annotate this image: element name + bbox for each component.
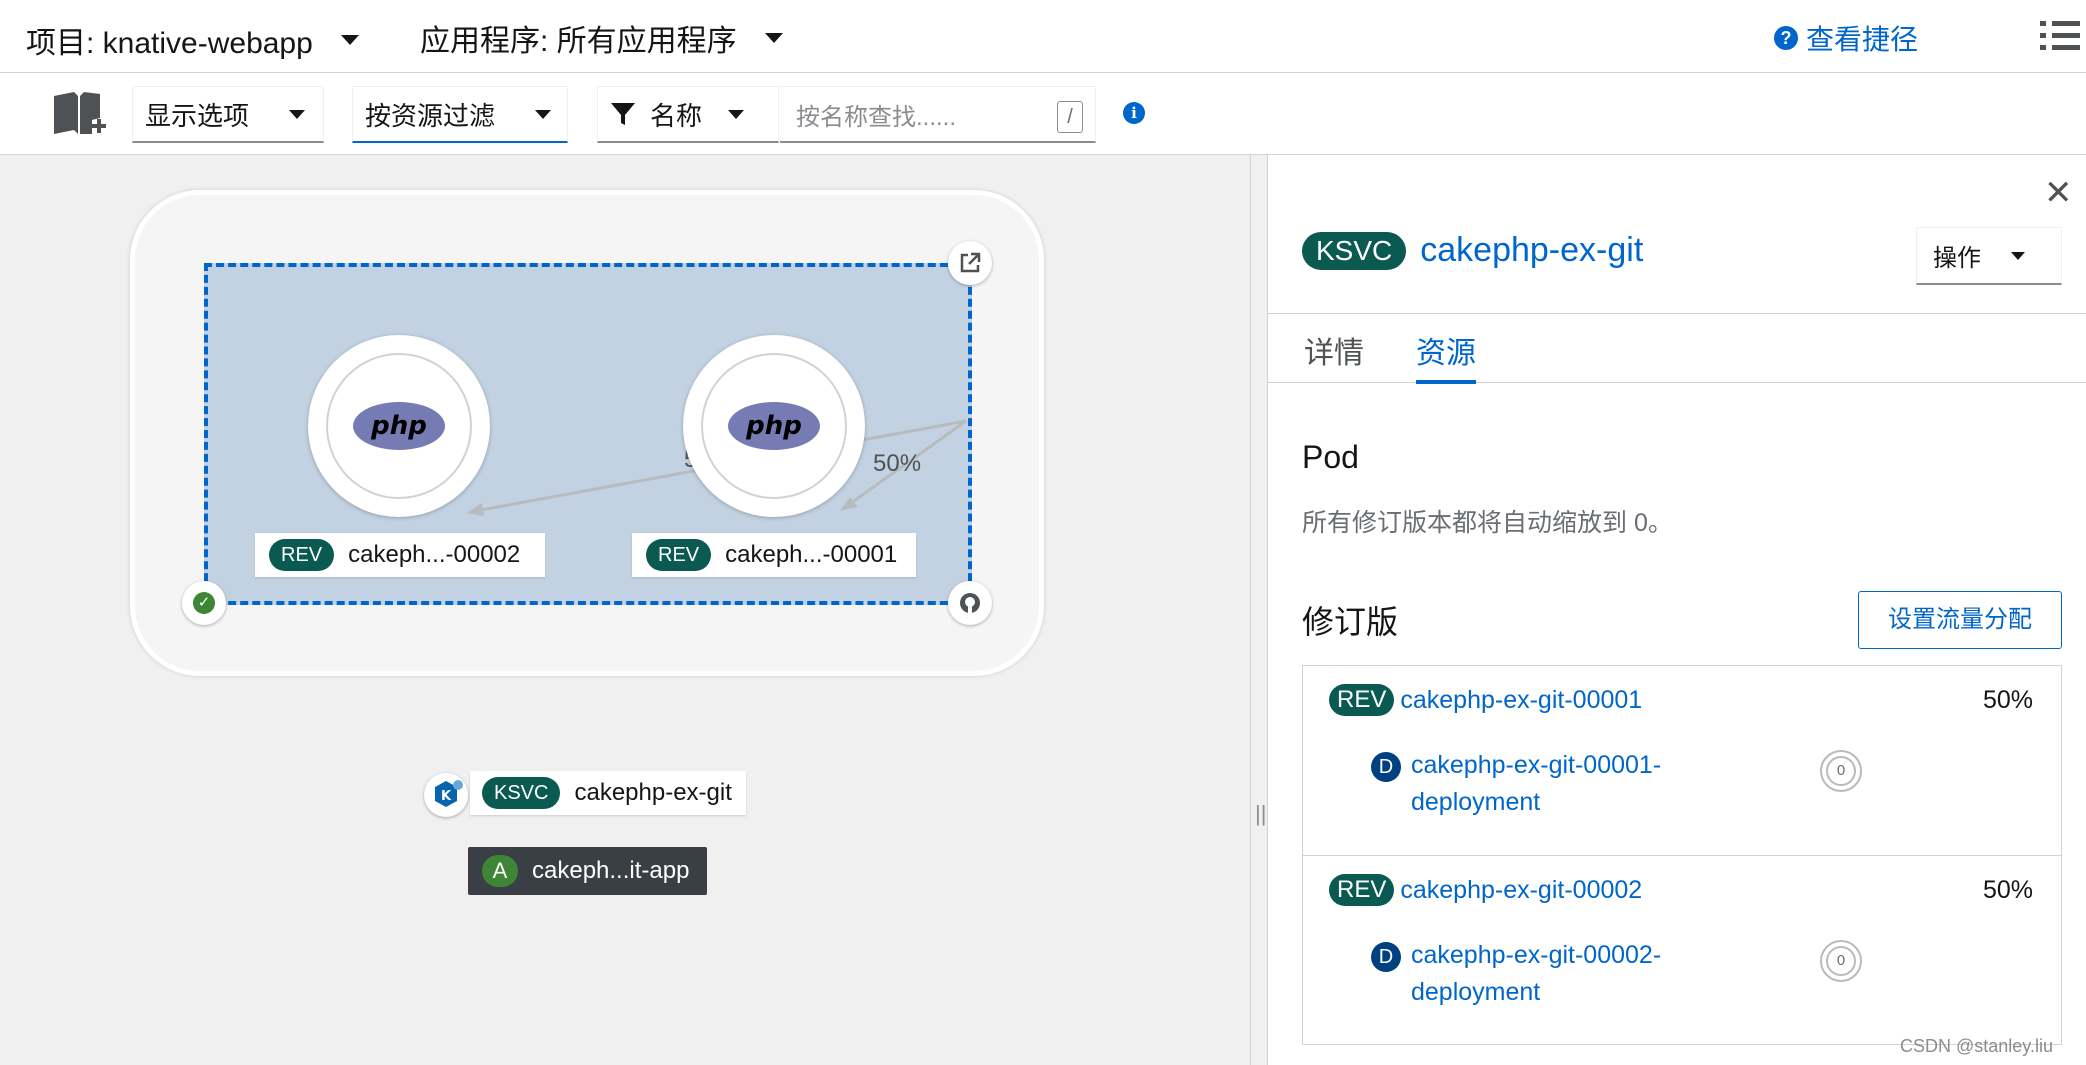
chevron-down-icon <box>340 35 359 45</box>
php-logo-text: php <box>370 411 427 441</box>
app-badge: A <box>482 855 518 887</box>
close-icon[interactable]: ✕ <box>2044 173 2073 213</box>
revision-node[interactable]: php <box>683 335 865 517</box>
traffic-percent-right: 50% <box>873 450 922 477</box>
deployment-name: cakephp-ex-git-00002- deployment <box>1411 937 1661 1011</box>
chevron-down-icon <box>535 109 552 119</box>
revisions-section-heading: 修订版 <box>1302 604 1399 640</box>
revision-traffic-percent: 50% <box>1982 876 2033 904</box>
search-hotkey-hint: / <box>1057 101 1083 133</box>
filter-by-resource-label: 按资源过滤 <box>365 100 496 131</box>
chevron-down-icon <box>2011 251 2025 260</box>
rev-badge: REV <box>646 539 712 571</box>
ksvc-badge: KSVC <box>1302 231 1407 270</box>
deployment-badge: D <box>1371 942 1401 972</box>
project-selector-label: 项目: knative-webapp <box>26 27 313 60</box>
deployment-name-line1: cakephp-ex-git-00002- <box>1411 941 1662 969</box>
pod-ring-icon: 0 <box>1820 750 1862 792</box>
topology-toolbar: 显示选项 按资源过滤 名称 按名称查找...... / i <box>0 74 2086 155</box>
revisions-list: REV cakephp-ex-git-00001 50% D cakephp-e… <box>1302 665 2062 1045</box>
panel-tabs: 详情 资源 <box>1268 313 2086 384</box>
revision-label-text: cakeph...-00001 <box>725 541 898 568</box>
php-logo-icon: php <box>353 402 445 450</box>
pod-ring-icon: 0 <box>1820 940 1862 982</box>
application-name: cakeph...it-app <box>532 857 690 884</box>
info-icon[interactable]: i <box>1123 102 1145 124</box>
display-options-label: 显示选项 <box>145 100 250 131</box>
filter-type-dropdown[interactable]: 名称 <box>597 86 779 143</box>
drag-handle-icon: || <box>1255 801 1267 826</box>
knative-service-label[interactable]: KSVC cakephp-ex-git <box>470 771 746 815</box>
pod-autoscale-message: 所有修订版本都将自动缩放到 0。 <box>1302 509 1673 537</box>
php-logo-text: php <box>745 411 802 441</box>
php-logo-icon: php <box>728 402 820 450</box>
view-shortcuts-link[interactable]: ? 查看捷径 <box>1774 18 1918 58</box>
top-bar: 项目: knative-webapp 应用程序: 所有应用程序 ? 查看捷径 <box>0 0 2086 73</box>
github-glyph <box>960 593 980 613</box>
topology-book-icon[interactable] <box>52 90 106 138</box>
search-placeholder: 按名称查找...... <box>796 103 957 131</box>
list-item: REV cakephp-ex-git-00001 50% D cakephp-e… <box>1303 666 2061 855</box>
tab-resources[interactable]: 资源 <box>1416 328 1476 384</box>
revision-node[interactable]: php <box>308 335 490 517</box>
knative-icon: K <box>424 773 468 817</box>
view-shortcuts-label: 查看捷径 <box>1806 24 1919 55</box>
watermark: CSDN @stanley.liu <box>1900 1036 2053 1056</box>
knative-service-name: cakephp-ex-git <box>574 779 732 806</box>
deployment-name: cakephp-ex-git-00001- deployment <box>1411 747 1661 821</box>
svg-text:K: K <box>441 789 452 804</box>
list-view-icon[interactable] <box>2040 18 2080 52</box>
filter-icon <box>611 103 635 125</box>
filter-type-label: 名称 <box>650 100 703 131</box>
check-icon: ✓ <box>193 592 215 614</box>
deployment-name-line2: deployment <box>1411 978 1541 1006</box>
deployment-name-line1: cakephp-ex-git-00001- <box>1411 751 1662 779</box>
filter-by-resource-dropdown[interactable]: 按资源过滤 <box>352 86 568 143</box>
application-label[interactable]: A cakeph...it-app <box>468 847 708 895</box>
rev-badge: REV <box>1329 684 1395 716</box>
revision-name: cakephp-ex-git-00002 <box>1400 875 1643 904</box>
chevron-down-icon <box>289 109 306 119</box>
application-selector-label: 应用程序: 所有应用程序 <box>420 25 737 58</box>
tab-details[interactable]: 详情 <box>1304 328 1364 384</box>
revision-label[interactable]: REV cakeph...-00002 <box>255 533 545 577</box>
github-icon[interactable] <box>948 581 992 625</box>
panel-title-link[interactable]: cakephp-ex-git <box>1420 231 1643 270</box>
rev-badge: REV <box>1329 874 1395 906</box>
revision-label[interactable]: REV cakeph...-00001 <box>632 533 916 577</box>
actions-dropdown[interactable]: 操作 <box>1916 227 2062 285</box>
deployment-badge: D <box>1371 752 1401 782</box>
rev-badge: REV <box>269 539 335 571</box>
deployment-link[interactable]: D cakephp-ex-git-00001- deployment <box>1371 750 1661 821</box>
external-link-icon[interactable] <box>948 241 992 285</box>
revision-link[interactable]: REV cakephp-ex-git-00001 <box>1329 684 1642 716</box>
search-by-name-input[interactable]: 按名称查找...... / <box>780 86 1096 143</box>
external-link-glyph <box>960 252 981 273</box>
chevron-down-icon <box>728 109 745 119</box>
panel-resize-handle[interactable]: || <box>1250 155 1268 1065</box>
pod-count: 0 <box>1826 946 1856 976</box>
display-options-dropdown[interactable]: 显示选项 <box>132 86 324 143</box>
revision-traffic-percent: 50% <box>1982 686 2033 714</box>
panel-title: KSVC cakephp-ex-git <box>1302 231 1643 270</box>
build-status[interactable]: ✓ <box>182 581 226 625</box>
project-selector[interactable]: 项目: knative-webapp <box>26 18 359 62</box>
list-item: REV cakephp-ex-git-00002 50% D cakephp-e… <box>1303 855 2061 1044</box>
chevron-down-icon <box>764 33 783 43</box>
revision-name: cakephp-ex-git-00001 <box>1400 685 1643 714</box>
application-selector[interactable]: 应用程序: 所有应用程序 <box>420 16 783 60</box>
deployment-name-line2: deployment <box>1411 788 1541 816</box>
revision-link[interactable]: REV cakephp-ex-git-00002 <box>1329 874 1642 906</box>
ksvc-badge: KSVC <box>482 777 561 809</box>
details-side-panel: ✕ KSVC cakephp-ex-git 操作 详情 资源 Pod 所有修订版… <box>1268 155 2086 1065</box>
help-icon: ? <box>1774 26 1798 50</box>
pod-count: 0 <box>1826 756 1856 786</box>
set-traffic-distribution-button[interactable]: 设置流量分配 <box>1858 591 2062 649</box>
pod-section-heading: Pod <box>1302 439 1359 475</box>
revision-label-text: cakeph...-00002 <box>348 541 521 568</box>
actions-label: 操作 <box>1933 245 1981 272</box>
deployment-link[interactable]: D cakephp-ex-git-00002- deployment <box>1371 940 1661 1011</box>
